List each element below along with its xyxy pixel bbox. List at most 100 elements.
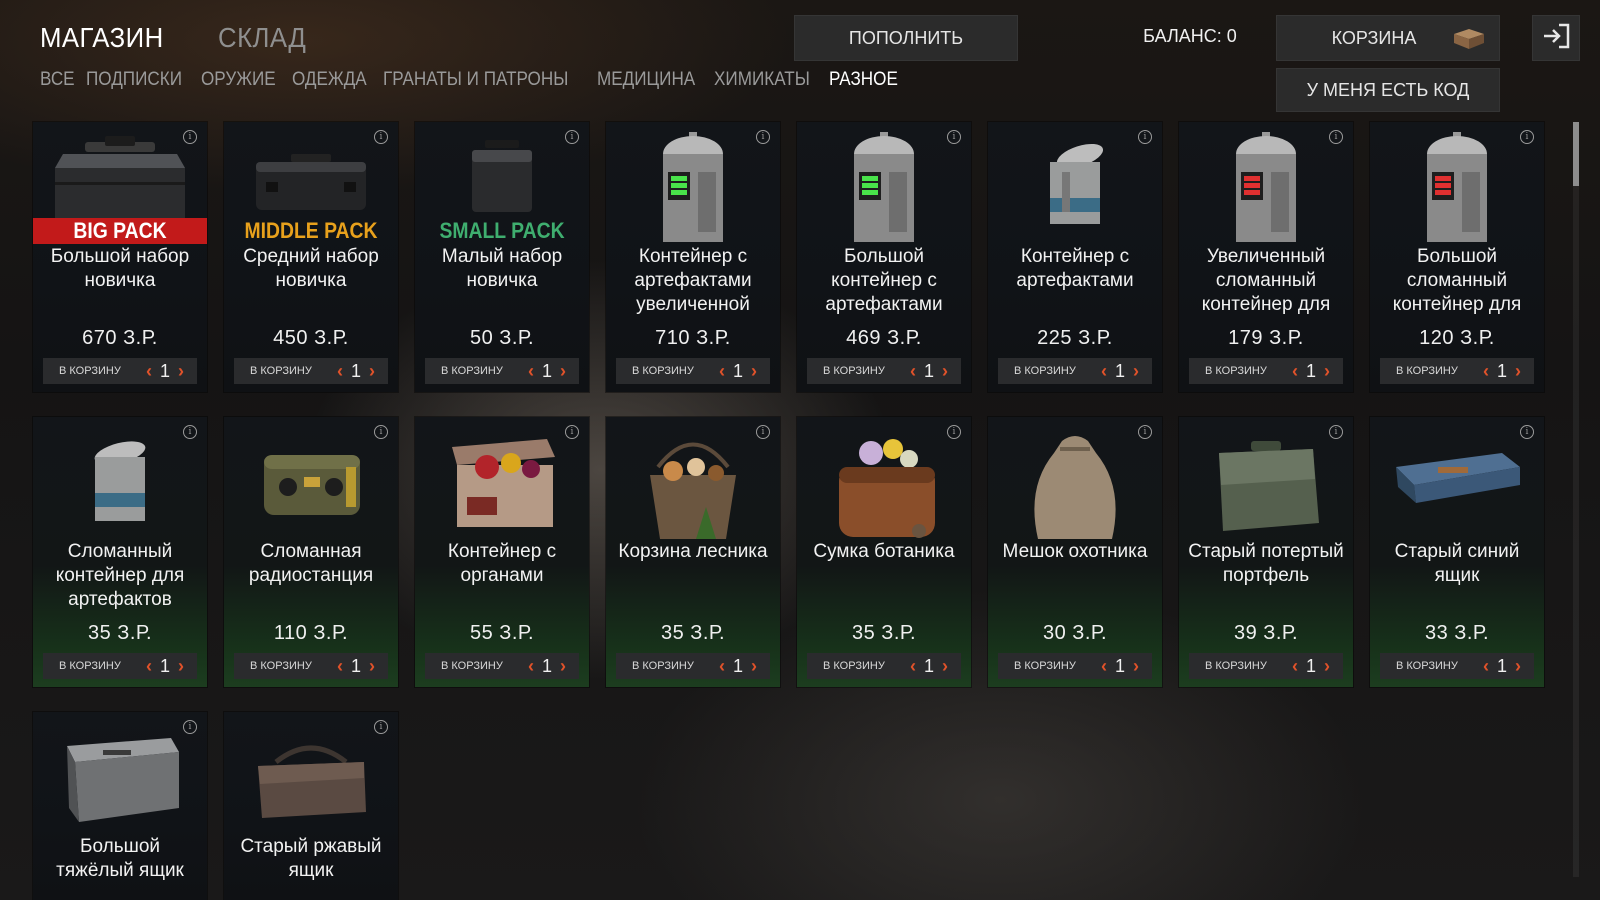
item-name: Мешок охотника — [1002, 541, 1148, 562]
add-to-cart-button[interactable]: В КОРЗИНУ — [807, 660, 905, 672]
balance-display: БАЛАНС: 0 — [1143, 26, 1237, 46]
buy-controls: В КОРЗИНУ ‹ 1 › — [425, 358, 579, 384]
cart-button[interactable]: КОРЗИНА — [1276, 15, 1500, 61]
category-misc[interactable]: РАЗНОЕ — [829, 69, 898, 91]
have-code-button[interactable]: У МЕНЯ ЕСТЬ КОД — [1276, 68, 1500, 112]
item-card[interactable]: i BIG PACK Большой набор новичка 670 З.Р… — [33, 122, 207, 392]
qty-decrease-icon[interactable]: ‹ — [714, 361, 730, 382]
add-to-cart-button[interactable]: В КОРЗИНУ — [43, 660, 141, 672]
qty-increase-icon[interactable]: › — [937, 361, 953, 382]
qty-increase-icon[interactable]: › — [1128, 656, 1144, 677]
qty-decrease-icon[interactable]: ‹ — [332, 656, 348, 677]
qty-decrease-icon[interactable]: ‹ — [523, 361, 539, 382]
item-card[interactable]: i Увеличенный сломанный контейнер для 17… — [1179, 122, 1353, 392]
qty-value: 1 — [541, 655, 552, 676]
category-chemicals[interactable]: ХИМИКАТЫ — [714, 69, 810, 91]
item-card[interactable]: i SMALL PACK Малый набор новичка 50 З.Р.… — [415, 122, 589, 392]
scrollbar-thumb[interactable] — [1573, 122, 1579, 186]
qty-increase-icon[interactable]: › — [364, 656, 380, 677]
exit-button[interactable] — [1532, 15, 1580, 61]
qty-decrease-icon[interactable]: ‹ — [1096, 656, 1112, 677]
qty-decrease-icon[interactable]: ‹ — [141, 361, 157, 382]
add-to-cart-button[interactable]: В КОРЗИНУ — [616, 365, 714, 377]
add-to-cart-button[interactable]: В КОРЗИНУ — [998, 660, 1096, 672]
qty-increase-icon[interactable]: › — [173, 361, 189, 382]
add-to-cart-button[interactable]: В КОРЗИНУ — [807, 365, 905, 377]
pack-badge: BIG PACK — [33, 218, 207, 244]
item-price: 35 З.Р. — [87, 622, 153, 644]
item-card[interactable]: i Мешок охотника 30 З.Р. В КОРЗИНУ ‹ 1 › — [988, 417, 1162, 687]
tab-warehouse[interactable]: СКЛАД — [218, 22, 306, 54]
qty-increase-icon[interactable]: › — [1510, 361, 1526, 382]
add-to-cart-button[interactable]: В КОРЗИНУ — [425, 365, 523, 377]
qty-increase-icon[interactable]: › — [555, 656, 571, 677]
category-medicine[interactable]: МЕДИЦИНА — [597, 69, 695, 91]
item-price: 225 З.Р. — [1037, 327, 1113, 349]
qty-increase-icon[interactable]: › — [555, 361, 571, 382]
qty-decrease-icon[interactable]: ‹ — [523, 656, 539, 677]
qty-increase-icon[interactable]: › — [746, 361, 762, 382]
item-price: 710 З.Р. — [655, 327, 731, 349]
item-name: Старый синий ящик — [1394, 541, 1520, 586]
add-to-cart-button[interactable]: В КОРЗИНУ — [234, 365, 332, 377]
category-all[interactable]: ВСЕ — [40, 69, 75, 91]
add-to-cart-button[interactable]: В КОРЗИНУ — [234, 660, 332, 672]
item-card[interactable]: i MIDDLE PACK Средний набор новичка 450 … — [224, 122, 398, 392]
add-to-cart-button[interactable]: В КОРЗИНУ — [998, 365, 1096, 377]
pack-badge: MIDDLE PACK — [244, 218, 378, 243]
scrollbar[interactable] — [1573, 122, 1579, 877]
item-card[interactable]: i Контейнер с артефактами 225 З.Р. В КОР… — [988, 122, 1162, 392]
item-card[interactable]: i Корзина лесника 35 З.Р. В КОРЗИНУ ‹ 1 … — [606, 417, 780, 687]
qty-increase-icon[interactable]: › — [1510, 656, 1526, 677]
item-card[interactable]: i Контейнер с артефактами увеличенной 71… — [606, 122, 780, 392]
item-card[interactable]: i Большой контейнер с артефактами 469 З.… — [797, 122, 971, 392]
qty-decrease-icon[interactable]: ‹ — [1478, 361, 1494, 382]
add-to-cart-button[interactable]: В КОРЗИНУ — [1189, 365, 1287, 377]
item-card[interactable]: i Сломанная радиостанция 110 З.Р. В КОРЗ… — [224, 417, 398, 687]
item-card[interactable]: i Большой тяжёлый ящик — [33, 712, 207, 900]
qty-increase-icon[interactable]: › — [1128, 361, 1144, 382]
tab-shop[interactable]: МАГАЗИН — [40, 22, 164, 54]
add-to-cart-button[interactable]: В КОРЗИНУ — [1380, 365, 1478, 377]
qty-increase-icon[interactable]: › — [1319, 361, 1335, 382]
item-name: Большой набор новичка — [50, 246, 190, 291]
topup-button[interactable]: ПОПОЛНИТЬ — [794, 15, 1018, 61]
category-subscriptions[interactable]: ПОДПИСКИ — [86, 69, 182, 91]
qty-increase-icon[interactable]: › — [364, 361, 380, 382]
case-icon — [415, 132, 589, 232]
item-card[interactable]: i Старый синий ящик 33 З.Р. В КОРЗИНУ ‹ … — [1370, 417, 1544, 687]
qty-decrease-icon[interactable]: ‹ — [905, 361, 921, 382]
artifact-container-green-icon — [606, 132, 780, 242]
add-to-cart-button[interactable]: В КОРЗИНУ — [43, 365, 141, 377]
add-to-cart-button[interactable]: В КОРЗИНУ — [1380, 660, 1478, 672]
item-card[interactable]: i Старый потертый портфель 39 З.Р. В КОР… — [1179, 417, 1353, 687]
qty-decrease-icon[interactable]: ‹ — [1287, 361, 1303, 382]
category-clothing[interactable]: ОДЕЖДА — [292, 69, 367, 91]
artifact-container-green-icon — [797, 132, 971, 242]
qty-decrease-icon[interactable]: ‹ — [141, 656, 157, 677]
qty-value: 1 — [1114, 360, 1125, 381]
item-card[interactable]: i Старый ржавый ящик — [224, 712, 398, 900]
blue-box-icon — [1370, 427, 1544, 527]
qty-increase-icon[interactable]: › — [173, 656, 189, 677]
add-to-cart-button[interactable]: В КОРЗИНУ — [425, 660, 523, 672]
qty-decrease-icon[interactable]: ‹ — [1287, 656, 1303, 677]
add-to-cart-button[interactable]: В КОРЗИНУ — [1189, 660, 1287, 672]
item-card[interactable]: i Контейнер с органами 55 З.Р. В КОРЗИНУ… — [415, 417, 589, 687]
item-price: 55 З.Р. — [469, 622, 535, 644]
qty-increase-icon[interactable]: › — [937, 656, 953, 677]
add-to-cart-button[interactable]: В КОРЗИНУ — [616, 660, 714, 672]
item-card[interactable]: i Большой сломанный контейнер для 120 З.… — [1370, 122, 1544, 392]
qty-increase-icon[interactable]: › — [1319, 656, 1335, 677]
qty-decrease-icon[interactable]: ‹ — [1478, 656, 1494, 677]
item-card[interactable]: i Сломанный контейнер для артефактов 35 … — [33, 417, 207, 687]
item-price: 35 З.Р. — [660, 622, 726, 644]
qty-decrease-icon[interactable]: ‹ — [714, 656, 730, 677]
qty-decrease-icon[interactable]: ‹ — [332, 361, 348, 382]
item-card[interactable]: i Сумка ботаника 35 З.Р. В КОРЗИНУ ‹ 1 › — [797, 417, 971, 687]
category-grenades-ammo[interactable]: ГРАНАТЫ И ПАТРОНЫ — [383, 69, 568, 91]
qty-decrease-icon[interactable]: ‹ — [1096, 361, 1112, 382]
category-weapons[interactable]: ОРУЖИЕ — [201, 69, 276, 91]
qty-increase-icon[interactable]: › — [746, 656, 762, 677]
qty-decrease-icon[interactable]: ‹ — [905, 656, 921, 677]
